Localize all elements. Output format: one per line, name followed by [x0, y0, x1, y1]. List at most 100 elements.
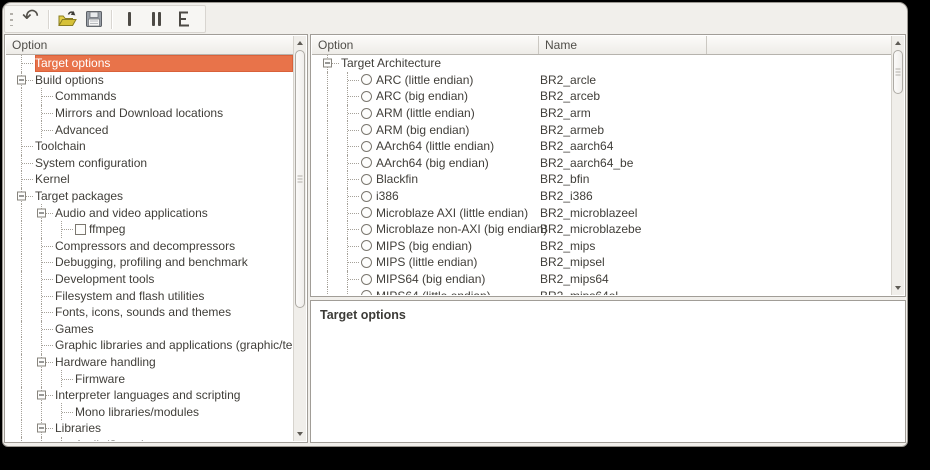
collapse-expander-icon[interactable]: [17, 192, 26, 201]
radio-button[interactable]: [361, 141, 372, 152]
config-symbol-name: BR2_microblazebe: [540, 221, 641, 238]
item-label: Target options: [35, 56, 114, 70]
menu-tree-row[interactable]: Mono libraries/modules: [6, 403, 293, 420]
arch-option-row[interactable]: MIPS64 (big endian)BR2_mips64: [312, 271, 891, 288]
menu-tree-row[interactable]: Kernel: [6, 171, 293, 188]
radio-button[interactable]: [361, 157, 372, 168]
menu-tree-row[interactable]: Mirrors and Download locations: [6, 105, 293, 122]
radio-button[interactable]: [361, 124, 372, 135]
menu-tree-row[interactable]: Debugging, profiling and benchmark: [6, 254, 293, 271]
tree-guide-line: [327, 155, 347, 172]
config-symbol-name: BR2_i386: [540, 188, 593, 205]
arch-option-row[interactable]: Microblaze AXI (little endian)BR2_microb…: [312, 204, 891, 221]
menu-tree-row[interactable]: Libraries: [6, 420, 293, 437]
item-label: AArch64 (big endian): [376, 156, 493, 170]
menu-tree-row[interactable]: Commands: [6, 88, 293, 105]
save-button[interactable]: [80, 7, 107, 31]
radio-button[interactable]: [361, 290, 372, 295]
menu-tree-row[interactable]: Toolchain: [6, 138, 293, 155]
arch-option-row[interactable]: ARM (little endian)BR2_arm: [312, 105, 891, 122]
item-label: MIPS (big endian): [376, 239, 476, 253]
radio-button[interactable]: [361, 91, 372, 102]
checkbox[interactable]: [75, 224, 86, 235]
toolbar-separator: [48, 10, 49, 29]
menu-tree-row[interactable]: ffmpeg: [6, 221, 293, 238]
config-symbol-name: BR2_mips64el: [540, 287, 618, 295]
collapse-expander-icon[interactable]: [37, 391, 46, 400]
menu-tree-row[interactable]: Build options: [6, 72, 293, 89]
menu-tree-row[interactable]: Audio and video applications: [6, 204, 293, 221]
arch-option-row[interactable]: AArch64 (little endian)BR2_aarch64: [312, 138, 891, 155]
radio-button[interactable]: [361, 257, 372, 268]
radio-button[interactable]: [361, 174, 372, 185]
menu-tree-row[interactable]: Fonts, icons, sounds and themes: [6, 304, 293, 321]
menu-tree-row[interactable]: Interpreter languages and scripting: [6, 387, 293, 404]
scrollbar-thumb[interactable]: [893, 50, 903, 94]
tree-branch-line: [347, 171, 361, 188]
collapse-expander-icon[interactable]: [17, 75, 26, 84]
left-column-header[interactable]: Option: [6, 36, 293, 55]
arch-option-row[interactable]: Target Architecture: [312, 55, 891, 72]
menu-tree-row[interactable]: Filesystem and flash utilities: [6, 287, 293, 304]
radio-button[interactable]: [361, 224, 372, 235]
radio-button[interactable]: [361, 274, 372, 285]
arch-option-row[interactable]: Microblaze non-AXI (big endian)BR2_micro…: [312, 221, 891, 238]
full-view-button[interactable]: [170, 7, 197, 31]
menu-tree-row[interactable]: Compressors and decompressors: [6, 238, 293, 255]
scrollbar-grip-icon: [896, 69, 901, 76]
menu-tree-row[interactable]: Audio/Sound: [6, 437, 293, 441]
arch-option-row[interactable]: AArch64 (big endian)BR2_aarch64_be: [312, 155, 891, 172]
collapse-expander-icon[interactable]: [37, 424, 46, 433]
collapse-expander-icon[interactable]: [323, 59, 332, 68]
tree-guide-line: [21, 254, 41, 271]
single-view-button[interactable]: [116, 7, 143, 31]
left-vertical-scrollbar[interactable]: [293, 36, 306, 441]
option-column-header[interactable]: Option: [312, 36, 539, 54]
item-label: Kernel: [35, 172, 74, 186]
menu-tree-row[interactable]: Graphic libraries and applications (grap…: [6, 337, 293, 354]
radio-button[interactable]: [361, 191, 372, 202]
open-file-button[interactable]: [53, 7, 80, 31]
radio-button[interactable]: [361, 207, 372, 218]
menu-tree-row[interactable]: System configuration: [6, 155, 293, 172]
arch-option-row[interactable]: ARC (big endian)BR2_arceb: [312, 88, 891, 105]
arch-option-row[interactable]: BlackfinBR2_bfin: [312, 171, 891, 188]
tree-guide-line: [327, 271, 347, 288]
menu-tree-row[interactable]: Advanced: [6, 121, 293, 138]
scroll-down-icon[interactable]: [895, 286, 901, 290]
scroll-down-icon[interactable]: [297, 432, 303, 436]
collapse-expander-icon[interactable]: [37, 357, 46, 366]
menu-tree-row[interactable]: Target options: [6, 55, 293, 72]
menu-tree-row[interactable]: Games: [6, 321, 293, 338]
radio-button[interactable]: [361, 240, 372, 251]
collapse-expander-icon[interactable]: [37, 208, 46, 217]
scroll-up-icon[interactable]: [297, 41, 303, 45]
config-symbol-name: BR2_arceb: [540, 88, 600, 105]
arch-option-row[interactable]: MIPS (little endian)BR2_mipsel: [312, 254, 891, 271]
scroll-up-icon[interactable]: [895, 41, 901, 45]
row-content: Target packages: [35, 188, 293, 205]
menu-tree-row[interactable]: Target packages: [6, 188, 293, 205]
menu-tree-row[interactable]: Firmware: [6, 370, 293, 387]
menu-tree-row[interactable]: Development tools: [6, 271, 293, 288]
option-column-header[interactable]: Option: [6, 36, 293, 54]
tree-guide-line: [21, 121, 41, 138]
toolbar-grip-handle[interactable]: [10, 13, 13, 26]
radio-button[interactable]: [361, 74, 372, 85]
undo-button[interactable]: ↶: [17, 7, 44, 31]
arch-option-row[interactable]: ARM (big endian)BR2_armeb: [312, 121, 891, 138]
save-icon: [83, 8, 105, 30]
arch-option-row[interactable]: MIPS64 (little endian)BR2_mips64el: [312, 287, 891, 295]
row-content: Firmware: [75, 370, 293, 387]
split-view-button[interactable]: [143, 7, 170, 31]
menu-tree-row[interactable]: Hardware handling: [6, 354, 293, 371]
arch-option-row[interactable]: MIPS (big endian)BR2_mips: [312, 238, 891, 255]
radio-button[interactable]: [361, 108, 372, 119]
arch-option-row[interactable]: ARC (little endian)BR2_arcle: [312, 72, 891, 89]
scrollbar-thumb[interactable]: [295, 50, 305, 308]
name-column-header[interactable]: Name: [539, 36, 707, 54]
arch-option-row[interactable]: i386BR2_i386: [312, 188, 891, 205]
right-column-header[interactable]: Option Name: [312, 36, 891, 55]
right-vertical-scrollbar[interactable]: [891, 36, 904, 295]
tree-branch-line: [327, 55, 341, 72]
